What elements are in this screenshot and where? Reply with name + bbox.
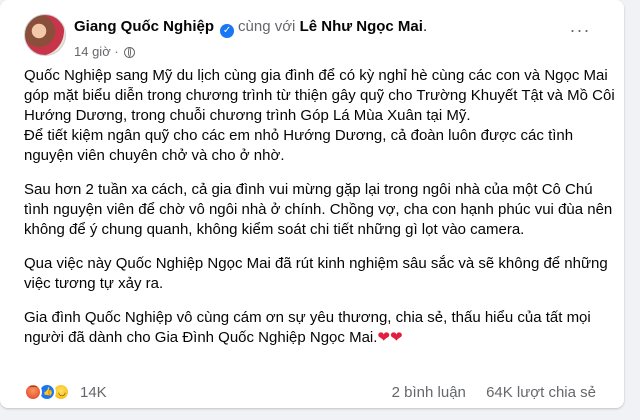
post-body: Quốc Nghiệp sang Mỹ du lịch cùng gia đìn… xyxy=(24,66,616,362)
post-time[interactable]: 14 giờ xyxy=(74,44,111,59)
post-stats: 2 bình luận 64K lượt chia sẻ xyxy=(376,384,596,401)
post-header: Giang Quốc Nghiệp ✓ cùng với Lê Như Ngọc M… xyxy=(24,14,608,66)
closing-text: Gia đình Quốc Nghiệp vô cùng cám ơn sự y… xyxy=(24,309,591,346)
author-line: Giang Quốc Nghiệp ✓ cùng với Lê Như Ngọc M… xyxy=(74,18,427,38)
paragraph-1: Quốc Nghiệp sang Mỹ du lịch cùng gia đìn… xyxy=(24,67,615,164)
globe-icon xyxy=(124,47,136,58)
post-meta: 14 giờ · xyxy=(74,44,136,59)
post-footer: 14K 2 bình luận 64K lượt chia sẻ xyxy=(24,380,608,404)
paragraph-2: Sau hơn 2 tuần xa cách, cả gia đình vui … xyxy=(24,181,613,238)
tagged-name[interactable]: Lê Như Ngọc Mai xyxy=(300,18,423,35)
paragraph-3: Qua việc này Quốc Nghiệp Ngọc Mai đã rút… xyxy=(24,255,608,292)
verified-badge-icon: ✓ xyxy=(220,24,235,38)
author-name[interactable]: Giang Quốc Nghiệp xyxy=(74,18,214,35)
post-card: Giang Quốc Nghiệp ✓ cùng với Lê Như Ngọc M… xyxy=(0,0,624,408)
comments-count[interactable]: 2 bình luận xyxy=(392,384,466,401)
meta-separator: · xyxy=(114,44,119,59)
trailing-period: . xyxy=(422,18,428,35)
heart-icon: ❤❤ xyxy=(377,329,403,346)
more-options-button[interactable]: ··· xyxy=(566,21,594,42)
paragraph-closing: Gia đình Quốc Nghiệp vô cùng cám ơn sự y… xyxy=(24,308,616,348)
shares-count[interactable]: 64K lượt chia sẻ xyxy=(486,384,596,401)
with-text: cùng với xyxy=(238,18,296,35)
angry-icon xyxy=(24,383,42,401)
reaction-count[interactable]: 14K xyxy=(80,384,107,401)
avatar[interactable] xyxy=(24,14,66,56)
